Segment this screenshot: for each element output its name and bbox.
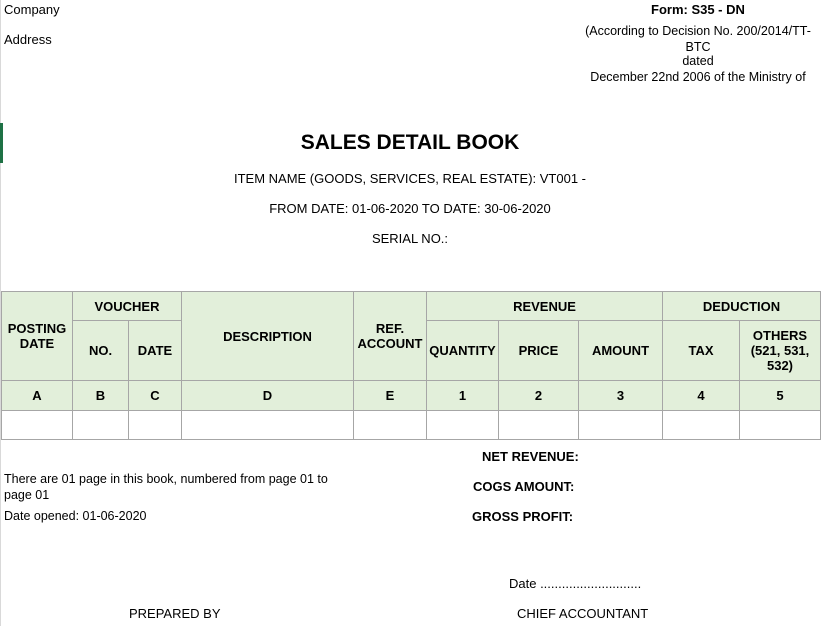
table-cell[interactable] — [128, 410, 182, 440]
table-cell[interactable] — [578, 410, 663, 440]
quantity-header: QUANTITY — [426, 320, 499, 381]
date-opened: Date opened: 01-06-2020 — [4, 509, 147, 523]
table-cell[interactable] — [739, 410, 821, 440]
table-cell[interactable] — [1, 410, 73, 440]
others-header: OTHERS (521, 531, 532) — [739, 320, 821, 381]
pages-note-line-2: page 01 — [4, 488, 50, 502]
sales-detail-table: POSTING DATE VOUCHER DESCRIPTION REF. AC… — [1, 291, 821, 440]
posting-date-header: POSTING DATE — [1, 291, 73, 381]
code-cell: 3 — [578, 380, 663, 411]
decision-line-1: (According to Decision No. 200/2014/TT- — [585, 24, 811, 38]
price-header: PRICE — [498, 320, 579, 381]
voucher-no-header: NO. — [72, 320, 129, 381]
gross-profit-label: GROSS PROFIT: — [472, 509, 574, 524]
amount-header: AMOUNT — [578, 320, 663, 381]
table-cell[interactable] — [662, 410, 740, 440]
serial-number: SERIAL NO.: — [371, 231, 449, 246]
code-cell: 4 — [662, 380, 740, 411]
table-cell[interactable] — [72, 410, 129, 440]
voucher-date-header: DATE — [128, 320, 182, 381]
table-cell[interactable] — [426, 410, 499, 440]
code-cell: B — [72, 380, 129, 411]
date-range: FROM DATE: 01-06-2020 TO DATE: 30-06-202… — [269, 201, 551, 216]
table-cell[interactable] — [353, 410, 427, 440]
code-cell: E — [353, 380, 427, 411]
form-code: Form: S35 - DN — [651, 2, 745, 17]
chief-accountant-label: CHIEF ACCOUNTANT — [517, 606, 649, 621]
ref-account-header: REF. ACCOUNT — [353, 291, 427, 381]
code-cell: 2 — [498, 380, 579, 411]
decision-line-2: BTC — [685, 40, 711, 54]
tax-header: TAX — [662, 320, 740, 381]
voucher-header: VOUCHER — [72, 291, 182, 321]
code-cell: 5 — [739, 380, 821, 411]
code-cell: 1 — [426, 380, 499, 411]
deduction-header: DEDUCTION — [662, 291, 821, 321]
book-title: SALES DETAIL BOOK — [300, 131, 520, 154]
decision-line-3: dated — [682, 54, 714, 68]
description-header: DESCRIPTION — [181, 291, 354, 381]
table-cell[interactable] — [498, 410, 579, 440]
table-cell[interactable] — [181, 410, 354, 440]
code-cell: D — [181, 380, 354, 411]
company-label: Company — [4, 2, 60, 17]
signature-date-line: Date ............................ — [509, 576, 642, 591]
cogs-amount-label: COGS AMOUNT: — [473, 479, 575, 494]
net-revenue-label: NET REVENUE: — [482, 449, 579, 464]
address-label: Address — [4, 32, 52, 47]
decision-line-4: December 22nd 2006 of the Ministry of — [590, 70, 806, 84]
pages-note-line-1: There are 01 page in this book, numbered… — [4, 472, 328, 486]
prepared-by-label: PREPARED BY — [129, 606, 221, 621]
code-cell: C — [128, 380, 182, 411]
revenue-header: REVENUE — [426, 291, 663, 321]
item-name: ITEM NAME (GOODS, SERVICES, REAL ESTATE)… — [233, 171, 587, 186]
code-cell: A — [1, 380, 73, 411]
